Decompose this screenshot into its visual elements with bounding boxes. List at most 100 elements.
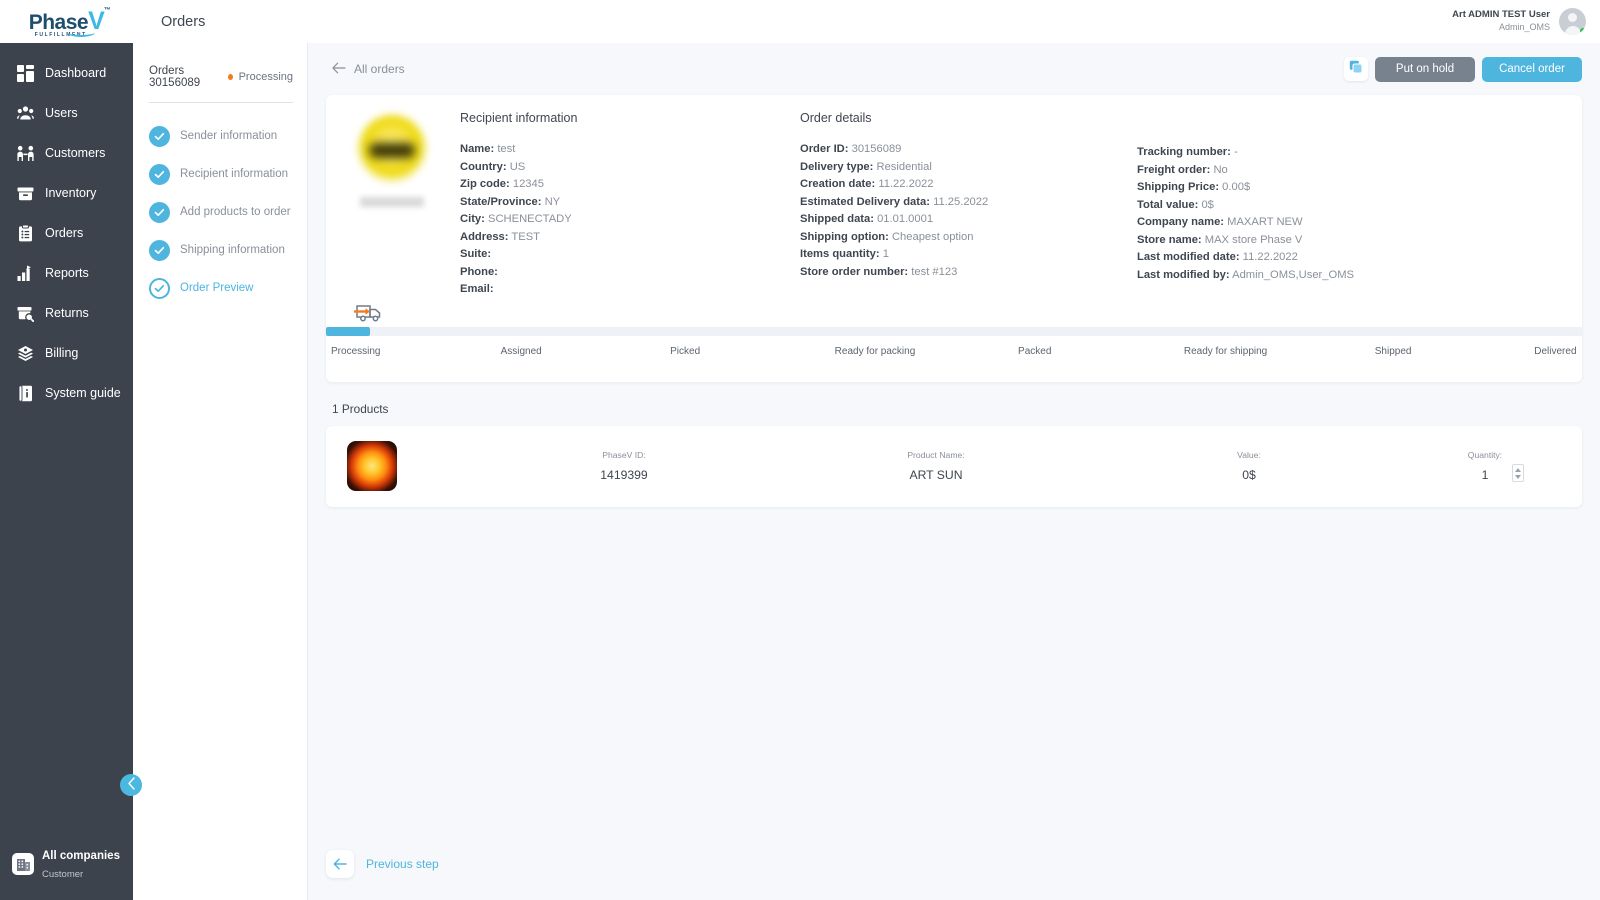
step-sender-information[interactable]: Sender information (149, 117, 293, 155)
all-orders-label: All orders (354, 62, 405, 76)
avatar[interactable] (1559, 8, 1586, 35)
stepper-down-icon[interactable] (1515, 474, 1521, 479)
sidebar-item-label: Users (45, 106, 78, 120)
tracking-field: Total value: 0$ (1137, 197, 1558, 215)
arrow-left-icon (326, 850, 354, 878)
order-detail-field: Store order number: test #123 (800, 264, 1137, 282)
avatar-head-icon (1568, 13, 1577, 22)
sidebar-item-returns[interactable]: Returns (0, 293, 133, 333)
stepper-up-icon[interactable] (1515, 467, 1521, 472)
sidebar-item-customers[interactable]: Customers (0, 133, 133, 173)
field-value: MAX store Phase V (1204, 233, 1303, 246)
product-phasev-id: PhaseV ID: 1419399 (569, 450, 679, 482)
recipient-field: State/Province: NY (460, 194, 800, 212)
step-order-preview[interactable]: Order Preview (149, 269, 293, 307)
customers-icon (17, 145, 34, 162)
check-circle-icon (149, 163, 170, 185)
field-value: Cheapest option (891, 230, 974, 243)
progress-stage-ready-for-shipping: Ready for shipping (1183, 345, 1268, 357)
column-header-product-name: Product Name: (907, 450, 965, 460)
sidebar-item-label: Billing (45, 346, 79, 360)
product-phasev-id-value: 1419399 (600, 468, 648, 482)
users-icon (17, 105, 34, 122)
field-label: City: (460, 213, 485, 225)
sidebar-item-dashboard[interactable]: Dashboard (0, 53, 133, 93)
product-value: Value: 0$ (1214, 450, 1284, 482)
field-value: 12345 (512, 178, 544, 190)
sidebar-item-users[interactable]: Users (0, 93, 133, 133)
column-header-phasev-id: PhaseV ID: (602, 450, 646, 460)
recipient-field: Zip code: 12345 (460, 176, 800, 194)
step-recipient-information[interactable]: Recipient information (149, 155, 293, 193)
user-menu[interactable]: Art ADMIN TEST User Admin_OMS (1452, 8, 1586, 35)
field-label: State/Province: (460, 195, 542, 208)
building-icon (12, 853, 34, 875)
product-row[interactable]: PhaseV ID: 1419399 Product Name: ART SUN… (326, 425, 1582, 507)
billing-icon (17, 345, 34, 362)
progress-stage-picked: Picked (670, 345, 701, 357)
field-label: Name: (460, 143, 495, 155)
system-guide-icon (17, 384, 34, 402)
tracking-field: Last modified by: Admin_OMS,User_OMS (1137, 267, 1558, 285)
tracking-details-block: Tracking number: - Freight order: No Shi… (1137, 111, 1558, 299)
cancel-order-button[interactable]: Cancel order (1482, 56, 1582, 82)
field-value: Residential (876, 160, 932, 173)
inventory-icon (17, 185, 34, 202)
status-dot-icon (227, 74, 233, 80)
copy-button[interactable] (1344, 57, 1368, 81)
sidebar-item-inventory[interactable]: Inventory (0, 173, 133, 213)
field-value: test #123 (911, 265, 958, 278)
sidebar-item-system-guide[interactable]: System guide (0, 373, 133, 413)
column-header-quantity: Quantity: (1467, 450, 1503, 460)
quantity-stepper[interactable] (1512, 464, 1524, 482)
field-label: Store order number: (800, 265, 909, 278)
info-columns: Recipient information Name: test Country… (326, 111, 1582, 299)
sidebar-collapse-button[interactable] (120, 774, 142, 796)
app-root: PhaseV FULFILLMENT ™ Dashboard Users Cus… (0, 0, 1600, 900)
previous-step-label: Previous step (366, 857, 439, 871)
sidebar-item-billing[interactable]: Billing (0, 333, 133, 373)
reports-icon (17, 265, 34, 282)
recipient-section-title: Recipient information (460, 111, 578, 125)
chevron-left-icon (127, 777, 136, 793)
company-selector[interactable]: All companies Customer (0, 846, 133, 882)
progress-stage-delivered: Delivered (1534, 345, 1577, 357)
previous-step-button[interactable]: Previous step (326, 850, 1600, 878)
sidebar-item-reports[interactable]: Reports (0, 253, 133, 293)
online-status-dot (1580, 28, 1586, 34)
field-value: NY (544, 195, 561, 208)
order-title: Orders 30156089 (149, 65, 201, 89)
field-value: SCHENECTADY (487, 213, 572, 225)
product-quantity: Quantity: 1 (1464, 450, 1524, 482)
company-name: All companies (42, 850, 120, 862)
all-orders-back-link[interactable]: All orders (332, 62, 405, 77)
field-value: 01.01.0001 (877, 213, 934, 225)
company-role: Customer (42, 869, 84, 880)
field-label: Total value: (1137, 198, 1199, 211)
truck-icon (354, 301, 384, 325)
check-circle-icon (149, 125, 170, 147)
field-label: Tracking number: (1137, 146, 1231, 158)
sidebar-item-label: Reports (45, 266, 89, 280)
step-shipping-information[interactable]: Shipping information (149, 231, 293, 269)
order-heading: Orders 30156089 Processing (149, 65, 293, 89)
recipient-field: Country: US (460, 159, 800, 177)
progress-stage-processing: Processing (331, 345, 381, 357)
tracking-field: Shipping Price: 0.00$ (1137, 179, 1558, 197)
brand-logo[interactable]: PhaseV FULFILLMENT ™ (0, 0, 133, 43)
field-label: Suite: (460, 248, 492, 260)
step-add-products-to-order[interactable]: Add products to order (149, 193, 293, 231)
field-label: Phone: (460, 265, 498, 278)
order-detail-field: Order ID: 30156089 (800, 141, 1137, 159)
step-label: Sender information (180, 130, 278, 142)
sidebar-item-label: Orders (45, 226, 84, 240)
arrow-left-icon (332, 62, 346, 77)
recipient-field: City: SCHENECTADY (460, 211, 800, 229)
field-value: 1 (882, 248, 889, 260)
order-detail-field: Shipping option: Cheapest option (800, 229, 1137, 247)
order-detail-field: Delivery type: Residential (800, 159, 1137, 177)
field-label: Last modified by: (1137, 268, 1230, 281)
sidebar-item-orders[interactable]: Orders (0, 213, 133, 253)
order-details-section-title: Order details (800, 111, 872, 125)
put-on-hold-button[interactable]: Put on hold (1375, 56, 1475, 82)
